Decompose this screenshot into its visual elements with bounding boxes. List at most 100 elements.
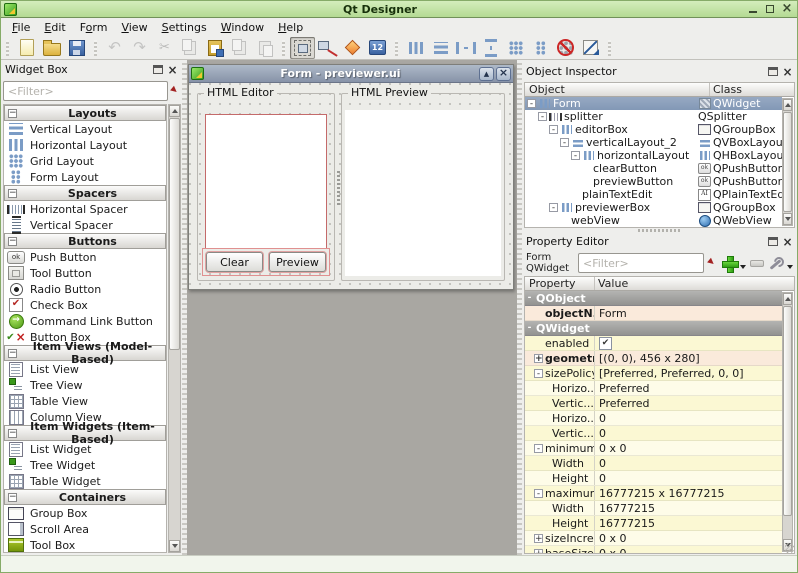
property-column-label[interactable]: Property (525, 277, 595, 290)
property-row[interactable]: Height 16777215 (525, 516, 782, 531)
property-value[interactable]: 0 (595, 426, 782, 440)
menu-item[interactable]: Help (271, 20, 310, 36)
expander-icon[interactable]: - (534, 444, 543, 453)
collapse-icon[interactable] (8, 109, 17, 118)
collapse-icon[interactable] (8, 429, 17, 438)
form-close-button[interactable] (496, 67, 511, 81)
layout-horizontal-icon[interactable] (403, 37, 428, 59)
widget-box-row[interactable]: Item Widgets (Item-Based) (4, 425, 166, 441)
widget-box-row[interactable]: Spacers (4, 185, 166, 201)
property-row[interactable]: + geometry [(0, 0), 456 x 280] (525, 351, 782, 366)
toolbar-separator[interactable] (6, 40, 9, 56)
property-value[interactable]: [Preferred, Preferred, 0, 0] (595, 366, 782, 380)
object-column-header[interactable]: Object (525, 83, 710, 96)
close-button[interactable] (780, 3, 794, 15)
object-tree-row[interactable]: clearButton QPushButton (525, 162, 782, 175)
widget-box-row[interactable]: Vertical Spacer (4, 217, 166, 233)
widget-box-row[interactable]: Tool Box (4, 537, 166, 553)
expander-icon[interactable] (541, 519, 550, 528)
float-panel-icon[interactable] (153, 65, 163, 74)
clear-button[interactable]: Clear (206, 252, 263, 272)
widget-box-row[interactable]: Horizontal Layout (4, 137, 166, 153)
form-canvas[interactable]: HTML Editor Clear Preview HTML Preview (189, 83, 513, 289)
menu-item[interactable]: Edit (37, 20, 72, 36)
widget-box-row[interactable]: Layouts (4, 105, 166, 121)
collapse-icon[interactable] (8, 189, 17, 198)
widget-box-row[interactable]: Tool Button (4, 265, 166, 281)
property-row[interactable]: Horizo... 0 (525, 411, 782, 426)
filter-clear-icon[interactable] (170, 86, 181, 96)
toolbar-separator[interactable] (94, 40, 97, 56)
filter-clear-icon[interactable] (707, 258, 718, 268)
property-row[interactable]: objectN... Form (525, 306, 782, 321)
scroll-down-icon[interactable] (169, 540, 180, 552)
property-row[interactable]: - QObject (525, 291, 782, 306)
expander-icon[interactable] (534, 309, 543, 318)
adjust-size-icon[interactable] (578, 37, 603, 59)
expander-icon[interactable]: - (525, 324, 534, 333)
property-value[interactable]: 16777215 (595, 516, 782, 530)
property-row[interactable]: enabled (525, 336, 782, 351)
property-value[interactable] (595, 336, 782, 350)
property-value[interactable]: 0 x 0 (595, 546, 782, 554)
scroll-up-icon[interactable] (169, 105, 180, 117)
property-row[interactable]: - minimum... 0 x 0 (525, 441, 782, 456)
float-panel-icon[interactable] (768, 237, 778, 246)
form-designer-window[interactable]: Form - previewer.ui HTML Editor Clear Pr… (188, 64, 514, 290)
expander-icon[interactable] (582, 164, 591, 173)
add-dynamic-property-icon[interactable] (721, 255, 738, 272)
expander-icon[interactable]: - (571, 151, 580, 160)
menu-item[interactable]: View (114, 20, 154, 36)
property-value[interactable] (590, 321, 782, 335)
property-row[interactable]: + baseSize 0 x 0 (525, 546, 782, 554)
widget-box-row[interactable]: Tree View (4, 377, 166, 393)
menu-item[interactable]: File (5, 20, 37, 36)
edit-signals-slots-icon[interactable] (315, 37, 340, 59)
widget-box-row[interactable]: Item Views (Model-Based) (4, 345, 166, 361)
property-column-header[interactable]: Property Value (525, 277, 794, 291)
widget-box-row[interactable]: Radio Button (4, 281, 166, 297)
plain-text-edit[interactable] (205, 114, 327, 249)
maximize-button[interactable] (763, 3, 777, 15)
expander-icon[interactable] (541, 414, 550, 423)
expander-icon[interactable] (571, 190, 580, 199)
property-row[interactable]: - sizePolicy [Preferred, Preferred, 0, 0… (525, 366, 782, 381)
raise-icon[interactable] (252, 37, 277, 59)
property-filter-input[interactable] (578, 253, 704, 273)
edit-buddies-icon[interactable] (340, 37, 365, 59)
object-tree-row[interactable]: - Form QWidget (525, 97, 782, 110)
chevron-down-icon[interactable] (740, 265, 746, 272)
widget-box-row[interactable]: Buttons (4, 233, 166, 249)
widget-box-row[interactable]: Form Layout (4, 169, 166, 185)
property-row[interactable]: Width 0 (525, 456, 782, 471)
collapse-icon[interactable] (8, 237, 17, 246)
layout-splitter-vertical-icon[interactable] (478, 37, 503, 59)
widget-box-row[interactable]: Table Widget (4, 473, 166, 489)
widget-box-row[interactable]: Check Box (4, 297, 166, 313)
preview-button[interactable]: Preview (269, 252, 326, 272)
property-value[interactable]: 0 (595, 456, 782, 470)
remove-dynamic-property-icon[interactable] (750, 260, 764, 267)
collapse-icon[interactable] (8, 349, 17, 358)
expander-icon[interactable]: + (534, 549, 543, 555)
expander-icon[interactable]: - (538, 112, 547, 121)
form-maximize-button[interactable] (479, 67, 494, 81)
object-inspector-scrollbar[interactable] (782, 98, 793, 226)
float-panel-icon[interactable] (768, 67, 778, 76)
property-row[interactable]: - QWidget (525, 321, 782, 336)
layout-form-icon[interactable] (528, 37, 553, 59)
widget-box-row[interactable]: Scroll Area (4, 521, 166, 537)
collapse-icon[interactable] (8, 493, 17, 502)
layout-grid-icon[interactable] (503, 37, 528, 59)
scroll-up-icon[interactable] (783, 99, 792, 111)
preview-groupbox[interactable]: HTML Preview (341, 93, 505, 281)
object-tree-row[interactable]: plainTextEdit QPlainTextEdit (525, 188, 782, 201)
scroll-down-icon[interactable] (783, 213, 792, 225)
property-value[interactable]: 0 x 0 (595, 441, 782, 455)
new-form-icon[interactable] (14, 37, 39, 59)
expander-icon[interactable]: - (534, 489, 543, 498)
expander-icon[interactable] (534, 339, 543, 348)
cut-icon[interactable] (152, 37, 177, 59)
expander-icon[interactable] (541, 459, 550, 468)
editor-groupbox[interactable]: HTML Editor Clear Preview (197, 93, 335, 281)
